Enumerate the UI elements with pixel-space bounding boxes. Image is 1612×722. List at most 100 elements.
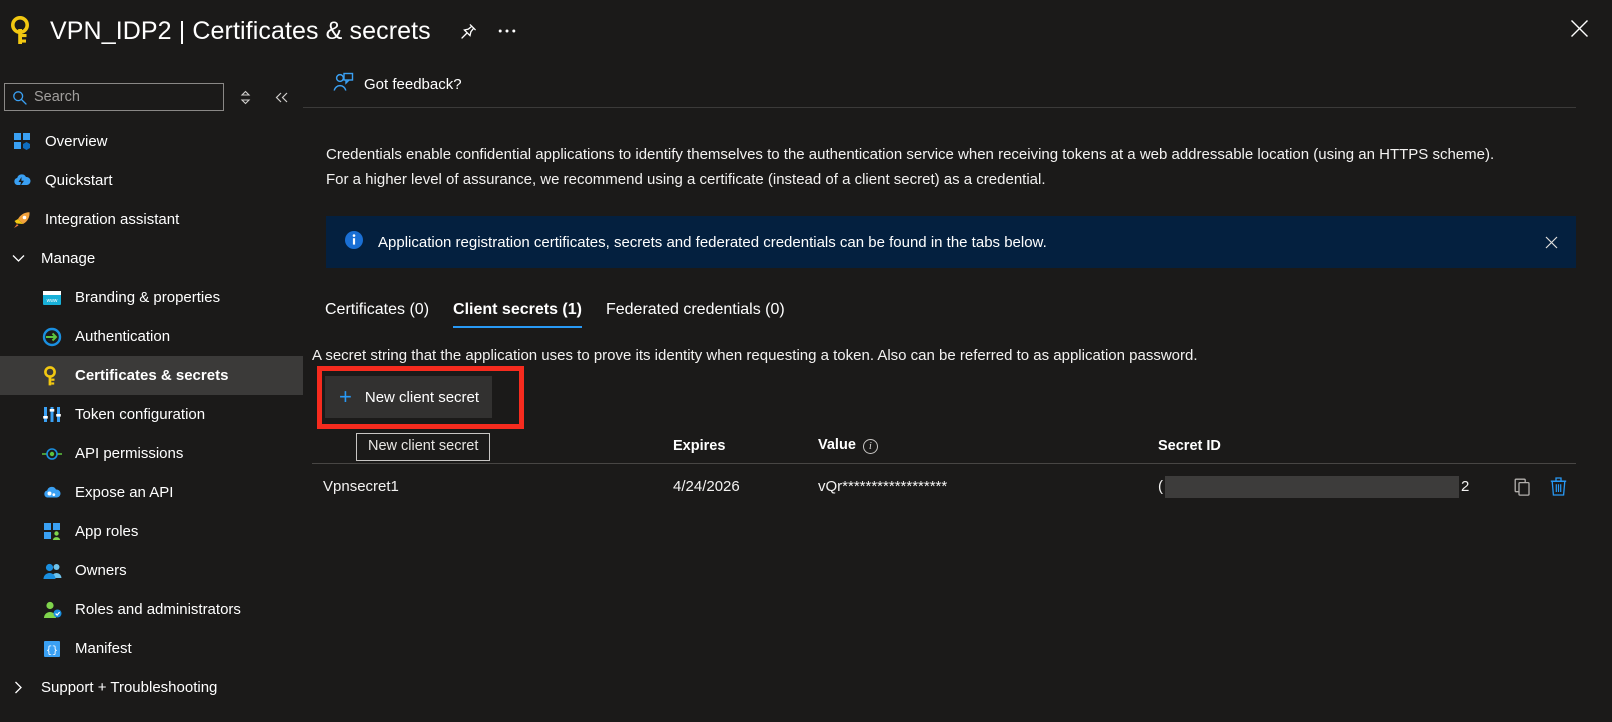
sidebar-item-label: Certificates & secrets [75,367,229,384]
sidebar-item-label: Overview [45,133,108,150]
key-icon [38,364,66,388]
sidebar-item-roles-and-administrators[interactable]: Roles and administrators [0,590,303,629]
sidebar-group-support-troubleshooting[interactable]: Support + Troubleshooting [0,668,303,707]
cell-value: vQr****************** [818,478,948,495]
sidebar-item-label: App roles [75,523,139,540]
secret-id-suffix: 2 [1461,478,1470,495]
grid-person-icon [38,520,66,544]
sidebar-search-row [0,82,303,112]
cell-actions [1498,474,1576,500]
sidebar-item-label: Roles and administrators [75,601,241,618]
chevron-right-icon [4,681,32,694]
sidebar-group-manage[interactable]: Manage [0,239,303,278]
cloud-lightning-icon [8,169,36,193]
copy-icon[interactable] [1509,474,1535,500]
tab-federated-credentials[interactable]: Federated credentials (0) [594,301,797,328]
sidebar-item-label: Authentication [75,328,171,345]
cloud-gear-icon [38,481,66,505]
title-bar: VPN_IDP2 | Certificates & secrets [0,0,1612,62]
got-feedback-label: Got feedback? [364,76,462,93]
expand-collapse-icon[interactable] [232,83,260,111]
tab-certificates[interactable]: Certificates (0) [313,301,441,328]
ellipsis-icon[interactable] [491,15,523,47]
client-secrets-description: A secret string that the application use… [312,347,1198,364]
person-badge-icon [38,598,66,622]
page-title: VPN_IDP2 | Certificates & secrets [50,17,431,46]
client-secrets-table: Expires Value i Secret ID Vpnsecret1 4/24… [312,428,1576,509]
sidebar-item-label: Token configuration [75,406,206,423]
page-title-resource: VPN_IDP2 [50,16,172,45]
sidebar-item-label: Integration assistant [45,211,180,228]
page-title-separator: | [178,16,186,45]
sidebar-item-certificates-secrets[interactable]: Certificates & secrets [0,356,303,395]
search-box[interactable] [4,83,224,111]
sidebar-item-label: Manifest [75,640,132,657]
sidebar-item-app-roles[interactable]: App roles [0,512,303,551]
sidebar: Overview Quickstart Integration assi [0,62,303,722]
close-icon[interactable] [1540,231,1562,253]
plug-connector-icon [38,442,66,466]
page-title-section: Certificates & secrets [192,16,431,45]
secret-id-redaction-bar [1165,475,1459,498]
info-circle-icon [344,230,364,255]
new-client-secret-area: + New client secret New client secret [317,366,524,461]
key-icon [8,11,40,51]
title-actions [453,15,523,47]
column-header-secret-id: Secret ID [1158,437,1221,454]
sidebar-item-authentication[interactable]: Authentication [0,317,303,356]
credentials-description: Credentials enable confidential applicat… [326,146,1495,188]
browser-window-icon: www [38,286,66,310]
sidebar-item-label: Owners [75,562,127,579]
got-feedback-button[interactable]: Got feedback? [326,68,468,101]
arrow-circle-icon [38,325,66,349]
column-header-value: Value i [807,437,1147,454]
sidebar-item-branding-properties[interactable]: www Branding & properties [0,278,303,317]
sliders-icon [38,403,66,427]
cell-secret-id: ( 2 [1147,475,1498,498]
svg-text:www: www [47,298,58,304]
sidebar-nav: Overview Quickstart Integration assistan… [0,122,303,707]
credential-tabs: Certificates (0) Client secrets (1) Fede… [313,290,1612,328]
plus-icon: + [339,384,352,409]
info-banner-text: Application registration certificates, s… [378,233,1047,251]
column-header-value-label: Value [818,437,856,453]
svg-text:{}: {} [46,645,58,657]
sidebar-item-manifest[interactable]: {} Manifest [0,629,303,668]
sidebar-group-label: Support + Troubleshooting [41,679,218,696]
info-banner: Application registration certificates, s… [326,216,1576,268]
sidebar-item-label: Branding & properties [75,289,221,306]
cell-description: Vpnsecret1 [323,478,399,495]
rocket-icon [8,208,36,232]
tab-client-secrets[interactable]: Client secrets (1) [441,301,594,328]
sidebar-group-label: Manage [41,250,96,267]
double-chevron-left-icon[interactable] [267,83,295,111]
main-content: Got feedback? Credentials enable confide… [303,62,1612,722]
column-header-expires: Expires [673,437,726,454]
search-icon [12,90,27,105]
command-bar: Got feedback? [303,62,1576,108]
sidebar-item-label: Quickstart [45,172,113,189]
secret-id-prefix: ( [1158,478,1163,495]
close-icon[interactable] [1562,11,1596,45]
info-icon[interactable]: i [862,439,878,454]
search-input[interactable] [27,89,223,105]
sidebar-item-overview[interactable]: Overview [0,122,303,161]
sidebar-item-api-permissions[interactable]: API permissions [0,434,303,473]
grid-cube-icon [8,130,36,154]
chevron-down-icon [4,254,32,263]
sidebar-item-label: API permissions [75,445,184,462]
people-icon [38,559,66,583]
sidebar-item-integration-assistant[interactable]: Integration assistant [0,200,303,239]
sidebar-item-label: Expose an API [75,484,174,501]
trash-icon[interactable] [1545,474,1571,500]
braces-document-icon: {} [38,637,66,661]
table-row[interactable]: Vpnsecret1 4/24/2026 vQr****************… [312,464,1576,509]
pin-icon[interactable] [453,15,485,47]
new-client-secret-tooltip: New client secret [356,433,491,461]
new-client-secret-button[interactable]: + New client secret [325,376,492,418]
sidebar-item-quickstart[interactable]: Quickstart [0,161,303,200]
new-client-secret-label: New client secret [364,388,480,406]
sidebar-item-token-configuration[interactable]: Token configuration [0,395,303,434]
sidebar-item-expose-an-api[interactable]: Expose an API [0,473,303,512]
sidebar-item-owners[interactable]: Owners [0,551,303,590]
